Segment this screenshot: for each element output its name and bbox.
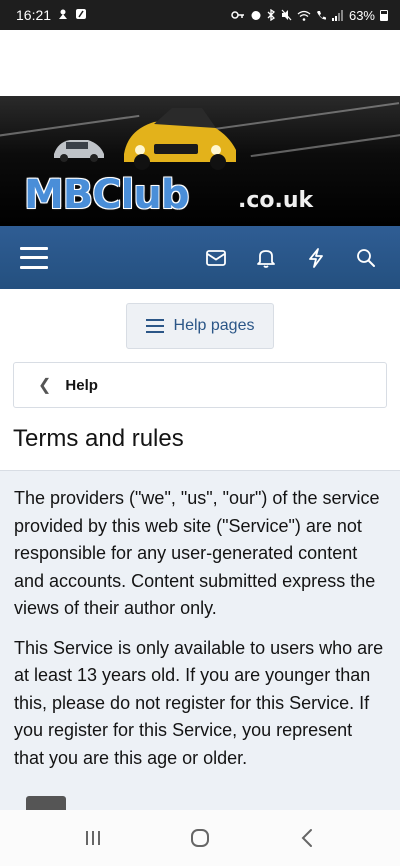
site-banner[interactable]: MBClub .co.uk [0,96,400,226]
status-right: 63% [231,8,388,23]
site-logo: MBClub [24,172,189,218]
help-pages-label: Help pages [173,317,255,334]
scroll-to-top-tab[interactable] [26,796,66,810]
car-yellow-image [124,108,236,170]
battery-label: 63% [348,7,375,23]
page-title: Terms and rules [13,425,184,452]
home-icon[interactable] [180,818,220,858]
battery-icon [380,9,388,21]
terms-paragraph: The providers ("we", "us", "our") of the… [14,488,380,618]
terms-content: The providers ("we", "us", "our") of the… [0,470,400,810]
back-icon[interactable] [287,818,327,858]
search-icon[interactable] [352,244,380,272]
bell-icon[interactable] [252,244,280,272]
browser-blank-area [0,30,400,96]
breadcrumb[interactable]: ❮ Help [13,362,387,408]
terms-paragraph: This Service is only available to users … [14,637,384,768]
system-navigation-bar [0,810,400,866]
chevron-left-icon: ❮ [38,377,52,394]
notification-icon [57,7,69,23]
site-logo-suffix: .co.uk [238,188,314,213]
status-left: 16:21 [16,7,87,23]
mail-icon[interactable] [202,244,230,272]
bluetooth-icon [267,9,276,21]
app-notification-icon [75,7,87,23]
bolt-icon[interactable] [302,244,330,272]
recents-icon[interactable] [73,818,113,858]
help-pages-button[interactable]: Help pages [126,303,274,349]
alarm-icon [250,9,262,21]
menu-icon [145,319,164,333]
car-silver-image [54,140,104,162]
nav-icon-group [202,244,380,272]
wifi-icon [297,10,311,21]
mute-icon [281,9,292,21]
breadcrumb-label: Help [65,376,98,394]
main-navbar [0,226,400,289]
call-icon [316,10,327,21]
status-bar: 16:21 63% [0,0,400,30]
key-icon [231,10,245,20]
status-time: 16:21 [16,7,52,23]
menu-icon[interactable] [20,246,48,269]
signal-icon [331,9,344,21]
